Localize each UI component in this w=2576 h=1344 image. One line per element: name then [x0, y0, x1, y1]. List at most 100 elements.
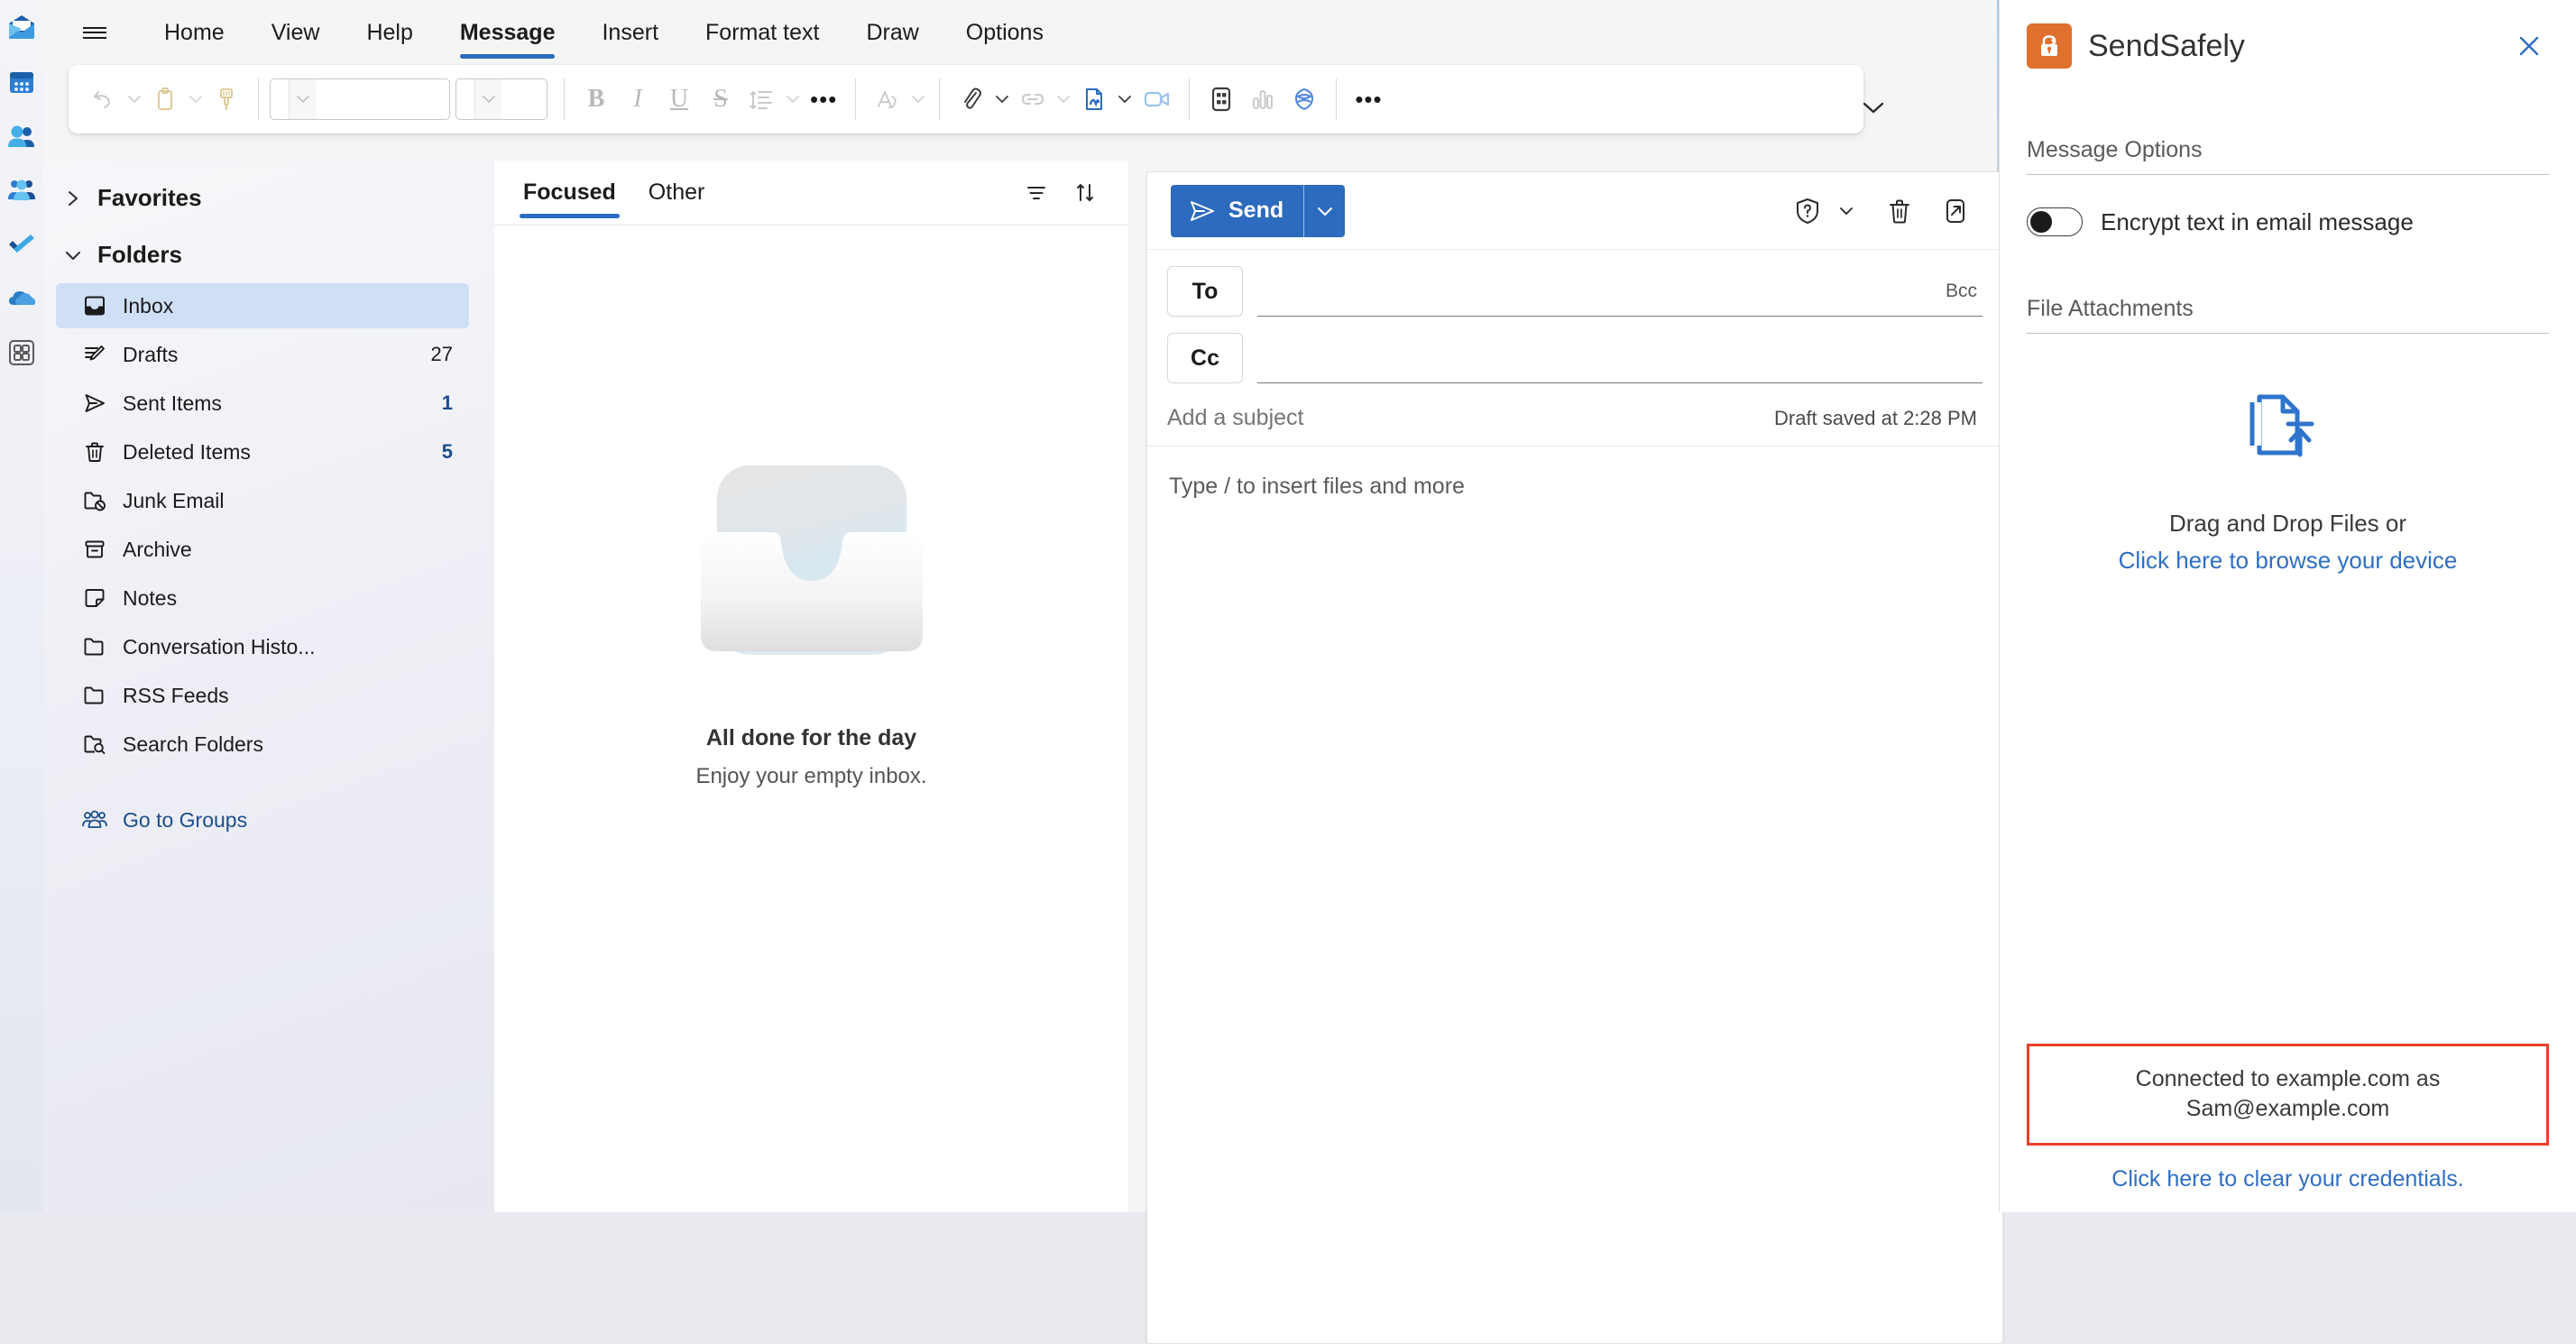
filter-icon[interactable] — [1015, 171, 1058, 215]
file-attachments-section-title: File Attachments — [2027, 296, 2549, 334]
sidebar-item-search-folders[interactable]: Search Folders — [56, 722, 469, 767]
send-button-label: Send — [1228, 198, 1283, 224]
ribbon-tab-view[interactable]: View — [248, 11, 344, 55]
signature-caret-icon[interactable] — [1115, 95, 1135, 104]
sidebar-item-inbox[interactable]: Inbox — [56, 283, 469, 328]
sensitivity-caret-icon[interactable] — [1831, 188, 1862, 235]
text-styles-icon[interactable] — [867, 75, 908, 124]
strikethrough-icon[interactable]: S — [700, 75, 741, 124]
ribbon-tab-help[interactable]: Help — [343, 11, 436, 55]
more-format-ellipsis-icon[interactable]: ••• — [803, 75, 844, 124]
sidebar-item-drafts[interactable]: Drafts 27 — [56, 332, 469, 377]
popout-arrow-icon[interactable] — [1932, 188, 1979, 235]
to-button[interactable]: To — [1167, 266, 1243, 317]
folders-group-header[interactable]: Folders — [43, 230, 494, 280]
connection-status-text: Connected to example.com as Sam@example.… — [2046, 1064, 2530, 1126]
line-spacing-icon[interactable] — [741, 75, 783, 124]
poll-chart-icon[interactable] — [1242, 75, 1283, 124]
attach-caret-icon[interactable] — [992, 95, 1012, 104]
pivot-other[interactable]: Other — [645, 172, 709, 213]
sidebar-item-conversation-history[interactable]: Conversation Histo... — [56, 624, 469, 669]
font-size-caret-icon[interactable] — [474, 79, 501, 119]
signature-icon[interactable] — [1073, 75, 1115, 124]
app-rail-item-calendar[interactable] — [6, 67, 37, 97]
underline-icon[interactable]: U — [658, 75, 700, 124]
to-input[interactable] — [1257, 279, 1983, 303]
apps-grid-icon[interactable] — [1201, 75, 1242, 124]
shield-question-icon[interactable] — [1784, 188, 1831, 235]
format-painter-icon[interactable] — [206, 75, 247, 124]
app-rail-item-todo[interactable] — [6, 229, 37, 260]
app-rail-item-mail[interactable] — [6, 13, 37, 43]
favorites-group-header[interactable]: Favorites — [43, 173, 494, 223]
message-body-area[interactable]: Type / to insert files and more — [1147, 446, 2002, 527]
folder-search-icon — [81, 732, 108, 756]
send-dropdown-caret-icon[interactable] — [1303, 185, 1345, 237]
sidebar-item-label: Drafts — [123, 343, 178, 367]
undo-caret-icon[interactable] — [124, 95, 144, 104]
send-button[interactable]: Send — [1171, 185, 1303, 237]
ribbon-tab-options[interactable]: Options — [943, 11, 1067, 55]
hamburger-icon[interactable] — [69, 11, 121, 54]
cc-input[interactable] — [1257, 345, 1983, 370]
ribbon-tab-insert[interactable]: Insert — [578, 11, 682, 55]
paperclip-icon[interactable] — [951, 75, 992, 124]
sidebar-item-sent-items[interactable]: Sent Items 1 — [56, 381, 469, 426]
link-caret-icon[interactable] — [1053, 95, 1073, 104]
subject-input[interactable] — [1167, 405, 1774, 431]
pivot-focused[interactable]: Focused — [520, 172, 620, 213]
video-camera-icon[interactable] — [1135, 75, 1178, 124]
sidebar-item-label: Sent Items — [123, 391, 222, 416]
cc-field-wrapper[interactable] — [1257, 333, 1983, 383]
to-field-wrapper[interactable]: Bcc — [1257, 266, 1983, 317]
font-name-caret-icon[interactable] — [289, 79, 316, 119]
ribbon-tab-draw[interactable]: Draw — [842, 11, 942, 55]
italic-icon[interactable]: I — [617, 75, 658, 124]
font-name-select[interactable] — [270, 78, 450, 120]
file-dropzone[interactable]: Drag and Drop Files or Click here to bro… — [2027, 384, 2549, 575]
link-icon[interactable] — [1012, 75, 1053, 124]
paste-icon[interactable] — [144, 75, 186, 124]
encrypt-toggle[interactable] — [2027, 207, 2083, 236]
app-rail-item-teams[interactable] — [6, 175, 37, 206]
undo-icon[interactable] — [83, 75, 124, 124]
sidebar-item-label: Conversation Histo... — [123, 635, 315, 659]
app-rail-item-apps[interactable] — [6, 337, 37, 368]
trash-icon — [81, 440, 108, 464]
chevron-down-icon[interactable] — [1858, 92, 1889, 123]
browse-device-link[interactable]: Click here to browse your device — [2119, 547, 2458, 575]
bold-icon[interactable]: B — [575, 75, 617, 124]
compose-toolbar: Send — [1147, 172, 2002, 250]
sendsafely-icon[interactable] — [1283, 75, 1325, 124]
paste-caret-icon[interactable] — [186, 95, 206, 104]
cc-button[interactable]: Cc — [1167, 333, 1243, 383]
clear-credentials-link[interactable]: Click here to clear your credentials. — [2000, 1166, 2576, 1192]
text-styles-caret-icon[interactable] — [908, 95, 928, 104]
sidebar-item-deleted-items[interactable]: Deleted Items 5 — [56, 429, 469, 474]
ribbon-tab-message[interactable]: Message — [437, 11, 579, 55]
drafts-pencil-icon — [81, 343, 108, 366]
sendsafely-title: SendSafely — [2088, 29, 2245, 64]
app-rail-item-onedrive[interactable] — [6, 283, 37, 314]
message-list-header: Focused Other — [494, 161, 1128, 226]
ribbon-tab-format-text[interactable]: Format text — [682, 11, 842, 55]
discard-trash-icon[interactable] — [1876, 188, 1923, 235]
folder-icon — [81, 635, 108, 658]
sidebar-item-notes[interactable]: Notes — [56, 575, 469, 621]
line-spacing-caret-icon[interactable] — [783, 95, 803, 104]
bcc-button[interactable]: Bcc — [1946, 281, 1977, 302]
sendsafely-task-pane: SendSafely Message Options Encrypt text … — [1999, 0, 2576, 1212]
note-icon — [81, 586, 108, 610]
send-split-button[interactable]: Send — [1171, 185, 1345, 237]
more-commands-ellipsis-icon[interactable]: ••• — [1348, 75, 1389, 124]
app-rail-item-people[interactable] — [6, 121, 37, 152]
sidebar-item-label: Junk Email — [123, 489, 224, 513]
sidebar-item-go-to-groups[interactable]: Go to Groups — [56, 797, 469, 842]
sort-arrows-icon[interactable] — [1063, 171, 1107, 215]
sidebar-item-rss-feeds[interactable]: RSS Feeds — [56, 673, 469, 718]
sidebar-item-junk-email[interactable]: Junk Email — [56, 478, 469, 523]
font-size-select[interactable] — [455, 78, 547, 120]
sidebar-item-archive[interactable]: Archive — [56, 527, 469, 572]
close-icon[interactable] — [2509, 26, 2549, 66]
ribbon-tab-home[interactable]: Home — [141, 11, 248, 55]
